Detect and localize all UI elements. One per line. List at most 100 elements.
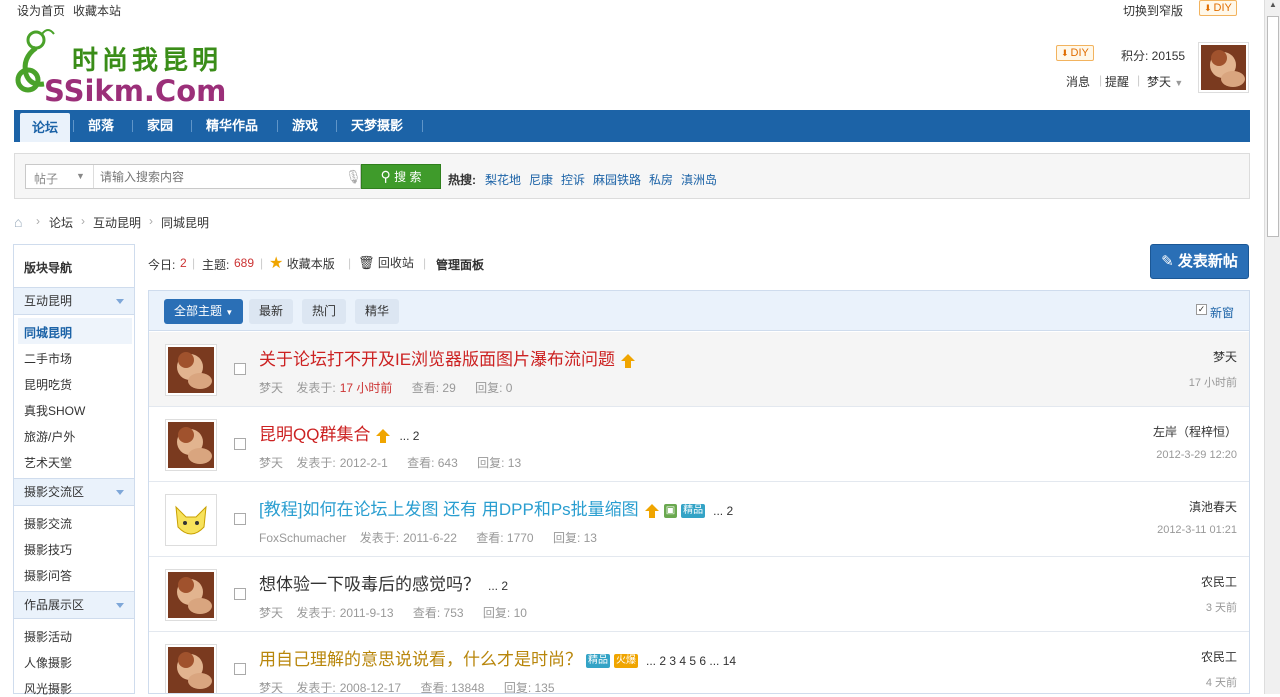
microphone-icon[interactable]: 🎙 bbox=[345, 169, 362, 185]
thread-pages[interactable]: ... 2 bbox=[399, 429, 419, 443]
username-menu[interactable]: 梦天 ▼ bbox=[1147, 73, 1183, 90]
sidebar-item-travel[interactable]: 旅游/户外 bbox=[24, 428, 75, 445]
site-logo[interactable]: 时尚我昆明 SSikm.Com bbox=[14, 28, 244, 108]
sidebar-item-art[interactable]: 艺术天堂 bbox=[24, 454, 72, 471]
author-avatar[interactable] bbox=[165, 569, 217, 621]
nav-featured[interactable]: 精华作品 bbox=[206, 110, 258, 142]
last-post-time[interactable]: 2012-3-29 12:20 bbox=[1156, 449, 1237, 461]
edit-icon: ✎ bbox=[1161, 253, 1174, 270]
narrow-layout-link[interactable]: 切换到窄版 bbox=[1123, 2, 1183, 19]
thread-title-link[interactable]: 关于论坛打不开及IE浏览器版面图片瀑布流问题 bbox=[259, 350, 615, 369]
home-icon[interactable]: ⌂ bbox=[14, 214, 22, 230]
search-input[interactable] bbox=[100, 168, 340, 185]
recycle-bin-link[interactable]: 🗑 回收站 bbox=[358, 254, 414, 271]
search-button[interactable]: ⚲ 搜 索 bbox=[361, 164, 441, 189]
sidebar-item-photo-exchange[interactable]: 摄影交流 bbox=[24, 515, 72, 532]
sidebar-item-photo-events[interactable]: 摄影活动 bbox=[24, 628, 72, 645]
favorite-board-link[interactable]: ★ 收藏本版 bbox=[269, 253, 335, 273]
tab-digest[interactable]: 精华 bbox=[355, 299, 400, 324]
thread-select-checkbox[interactable] bbox=[234, 438, 246, 450]
sidebar-group-label: 互动昆明 bbox=[24, 294, 73, 308]
thread-author[interactable]: 梦天 bbox=[259, 681, 283, 693]
sidebar-item-photo-qa[interactable]: 摄影问答 bbox=[24, 567, 72, 584]
thread-pages[interactable]: ... 2 bbox=[488, 579, 508, 593]
thread-author[interactable]: 梦天 bbox=[259, 606, 283, 620]
scroll-thumb[interactable] bbox=[1267, 16, 1279, 237]
nav-forum[interactable]: 论坛 bbox=[20, 113, 71, 142]
hot-search-link[interactable]: 梨花地 bbox=[485, 171, 521, 188]
thread-title-link[interactable]: 用自己理解的意思说说看，什么才是时尚？ bbox=[259, 650, 582, 669]
thread-author[interactable]: 梦天 bbox=[259, 381, 283, 395]
search-type-select[interactable]: 帖子 bbox=[34, 170, 58, 187]
last-post-time[interactable]: 17 小时前 bbox=[1189, 374, 1237, 390]
nav-home[interactable]: 家园 bbox=[147, 110, 173, 142]
messages-link[interactable]: 消息 bbox=[1066, 73, 1090, 90]
sidebar-item-secondhand[interactable]: 二手市场 bbox=[24, 350, 72, 367]
breadcrumb-forum[interactable]: 论坛 bbox=[49, 214, 73, 231]
last-post-time[interactable]: 4 天前 bbox=[1206, 674, 1237, 690]
hot-search-link[interactable]: 麻园铁路 bbox=[593, 171, 641, 188]
thread-row[interactable]: 用自己理解的意思说说看，什么才是时尚？ 精品 火爆 ... 2 3 4 5 6 ...… bbox=[149, 632, 1249, 694]
hot-search-link[interactable]: 控诉 bbox=[561, 171, 585, 188]
thread-select-checkbox[interactable] bbox=[234, 663, 246, 675]
thread-select-checkbox[interactable] bbox=[234, 588, 246, 600]
thread-pages[interactable]: ... 2 bbox=[713, 504, 733, 518]
thread-pages[interactable]: ... 2 3 4 5 6 ... 14 bbox=[646, 654, 736, 668]
manage-panel-link[interactable]: 管理面板 bbox=[436, 256, 484, 273]
hot-search-link[interactable]: 尼康 bbox=[529, 171, 553, 188]
user-avatar[interactable] bbox=[1198, 42, 1249, 93]
diy-user-button[interactable]: ⬇ DIY bbox=[1056, 45, 1094, 61]
author-avatar[interactable] bbox=[165, 644, 217, 693]
sidebar-item-show[interactable]: 真我SHOW bbox=[24, 402, 85, 419]
thread-select-checkbox[interactable] bbox=[234, 363, 246, 375]
sidebar-item-foodie[interactable]: 昆明吃货 bbox=[24, 376, 72, 393]
set-homepage-link[interactable]: 设为首页 bbox=[17, 2, 65, 19]
last-poster[interactable]: 梦天 bbox=[1213, 348, 1237, 365]
last-post-time[interactable]: 3 天前 bbox=[1206, 599, 1237, 615]
favorite-site-link[interactable]: 收藏本站 bbox=[73, 2, 121, 19]
breadcrumb-current[interactable]: 同城昆明 bbox=[161, 214, 209, 231]
hot-search-link[interactable]: 滇洲岛 bbox=[681, 171, 717, 188]
thread-row[interactable]: 想体验一下吸毒后的感觉吗？ ... 2 梦天 发表于: 2011-9-13 查看: … bbox=[149, 557, 1249, 632]
scrollbar[interactable]: ▲ bbox=[1264, 0, 1280, 694]
nav-separator bbox=[336, 120, 337, 132]
thread-row[interactable]: 昆明QQ群集合 ... 2 梦天 发表于: 2012-2-1 查看: 643 回复:… bbox=[149, 407, 1249, 482]
sidebar-item-tongcheng[interactable]: 同城昆明 bbox=[24, 324, 72, 341]
tab-hot[interactable]: 热门 bbox=[302, 299, 347, 324]
author-avatar[interactable] bbox=[165, 494, 217, 546]
breadcrumb-interactive-kunming[interactable]: 互动昆明 bbox=[93, 214, 141, 231]
thread-title-link[interactable]: 昆明QQ群集合 bbox=[259, 425, 370, 444]
new-window-checkbox[interactable]: ✓ bbox=[1196, 304, 1207, 315]
sidebar-item-photo-tips[interactable]: 摄影技巧 bbox=[24, 541, 72, 558]
thread-title-link[interactable]: [教程]如何在论坛上发图 还有 用DPP和Ps批量缩图 bbox=[259, 500, 639, 519]
sidebar-group-works[interactable]: 作品展示区 bbox=[14, 591, 134, 619]
thread-row[interactable]: [教程]如何在论坛上发图 还有 用DPP和Ps批量缩图 ▣ 精品 ... 2 FoxS… bbox=[149, 482, 1249, 557]
sidebar-group-interactive[interactable]: 互动昆明 bbox=[14, 287, 134, 315]
thread-row[interactable]: 关于论坛打不开及IE浏览器版面图片瀑布流问题 梦天 发表于: 17 小时前 查看:… bbox=[149, 332, 1249, 407]
thread-author[interactable]: FoxSchumacher bbox=[259, 531, 346, 545]
last-poster[interactable]: 农民工 bbox=[1201, 573, 1237, 590]
thread-title-link[interactable]: 想体验一下吸毒后的感觉吗？ bbox=[259, 575, 480, 594]
diy-top-button[interactable]: ⬇ DIY bbox=[1199, 0, 1237, 16]
scroll-up-icon[interactable]: ▲ bbox=[1266, 0, 1280, 14]
thread-select-checkbox[interactable] bbox=[234, 513, 246, 525]
reminders-link[interactable]: 提醒 bbox=[1105, 73, 1129, 90]
hot-search-link[interactable]: 私房 bbox=[649, 171, 673, 188]
last-poster[interactable]: 左岸（程梓恒） bbox=[1153, 423, 1237, 440]
posted-label: 发表于: bbox=[296, 681, 336, 694]
nav-games[interactable]: 游戏 bbox=[292, 110, 318, 142]
sidebar-item-portrait[interactable]: 人像摄影 bbox=[24, 654, 72, 671]
tab-latest[interactable]: 最新 bbox=[249, 299, 294, 324]
new-post-button[interactable]: ✎ 发表新帖 bbox=[1150, 244, 1249, 279]
sidebar-group-photo-exchange[interactable]: 摄影交流区 bbox=[14, 478, 134, 506]
tab-all-topics[interactable]: 全部主题 ▼ bbox=[164, 299, 244, 324]
sidebar-item-landscape[interactable]: 风光摄影 bbox=[24, 680, 72, 697]
last-poster[interactable]: 农民工 bbox=[1201, 648, 1237, 665]
last-post-time[interactable]: 2012-3-11 01:21 bbox=[1157, 524, 1237, 536]
nav-photography[interactable]: 天梦摄影 bbox=[351, 110, 403, 142]
nav-tribe[interactable]: 部落 bbox=[88, 110, 114, 142]
last-poster[interactable]: 滇池春天 bbox=[1189, 498, 1237, 515]
author-avatar[interactable] bbox=[165, 344, 217, 396]
thread-author[interactable]: 梦天 bbox=[259, 456, 283, 470]
author-avatar[interactable] bbox=[165, 419, 217, 471]
